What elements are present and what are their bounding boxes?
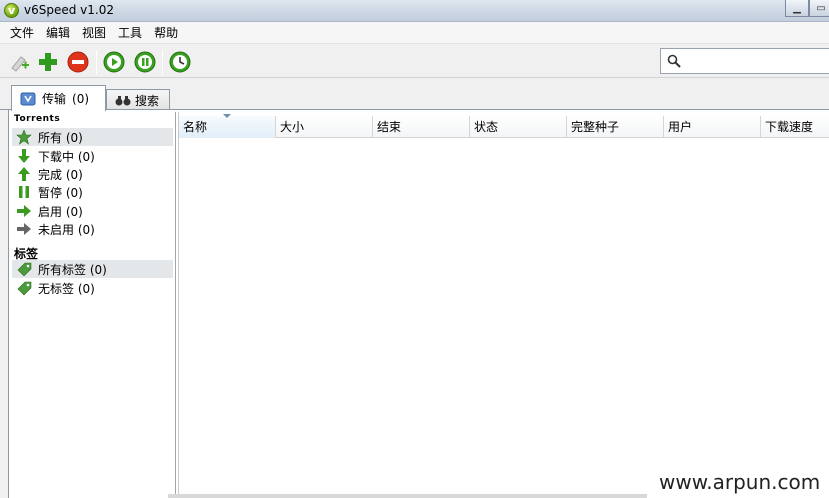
- sidebar-item-label: 所有标签 (0): [38, 262, 107, 277]
- start-icon: [103, 51, 125, 73]
- remove-icon: [67, 51, 89, 73]
- sort-arrow-icon: [223, 114, 231, 118]
- column-download-speed[interactable]: 下载速度: [761, 116, 829, 138]
- search-box[interactable]: [660, 48, 829, 74]
- sidebar-item-all-labels[interactable]: 所有标签 (0): [12, 260, 173, 278]
- tab-bar: 传输 (0) 搜索: [0, 85, 829, 111]
- tab-search[interactable]: 搜索: [106, 89, 170, 110]
- pause-button[interactable]: [134, 51, 156, 73]
- sidebar-item-downloading[interactable]: 下载中 (0): [12, 147, 173, 165]
- torrents-heading: Torrents: [14, 114, 61, 124]
- add-torrent-link-button[interactable]: [8, 51, 30, 73]
- maximize-button[interactable]: ▭: [809, 0, 829, 17]
- app-logo-icon: v: [4, 3, 19, 18]
- watermark: www.arpun.com: [647, 466, 829, 498]
- sidebar-item-label: 完成 (0): [38, 167, 83, 182]
- column-name[interactable]: 名称: [179, 114, 276, 138]
- binoculars-icon: [115, 96, 131, 106]
- sidebar-item-inactive[interactable]: 未启用 (0): [12, 220, 173, 238]
- search-input[interactable]: [685, 52, 825, 70]
- arrow-down-icon: [16, 148, 32, 164]
- pause-icon: [16, 184, 32, 200]
- tab-transfer[interactable]: 传输 (0): [11, 85, 106, 111]
- sidebar-item-no-label[interactable]: 无标签 (0): [12, 279, 173, 297]
- horizontal-scrollbar[interactable]: [168, 494, 648, 498]
- tag-icon: [16, 261, 32, 277]
- sidebar-item-label: 无标签 (0): [38, 281, 95, 296]
- remove-button[interactable]: [67, 51, 89, 73]
- sidebar-item-label: 所有 (0): [38, 130, 83, 145]
- minimize-button[interactable]: ▁: [785, 0, 809, 17]
- sidebar-item-all[interactable]: 所有 (0): [12, 128, 173, 146]
- arrow-up-icon: [16, 166, 32, 182]
- transfer-icon: [20, 92, 36, 105]
- menu-edit[interactable]: 编辑: [40, 23, 76, 43]
- column-size[interactable]: 大小: [276, 116, 373, 138]
- table-header: 名称 大小 结束 状态 完整种子 用户 下载速度: [179, 114, 829, 138]
- window-title: v6Speed v1.02: [24, 3, 114, 17]
- menu-tools[interactable]: 工具: [112, 23, 148, 43]
- category-sidebar: Torrents 所有 (0) 下载中 (0) 完成 (0) 暂停 (0) 启用…: [9, 112, 176, 498]
- column-status[interactable]: 状态: [470, 116, 567, 138]
- add-torrent-link-icon: [11, 56, 29, 72]
- pause-icon: [134, 51, 156, 73]
- start-button[interactable]: [103, 51, 125, 73]
- scheduler-button[interactable]: [169, 51, 191, 73]
- column-done[interactable]: 结束: [373, 116, 470, 138]
- add-button[interactable]: [37, 51, 59, 73]
- sidebar-item-label: 未启用 (0): [38, 222, 95, 237]
- sidebar-item-label: 下载中 (0): [38, 149, 95, 164]
- arrow-right-icon: [16, 203, 32, 219]
- menu-help[interactable]: 帮助: [148, 23, 184, 43]
- sidebar-item-completed[interactable]: 完成 (0): [12, 165, 173, 183]
- arrow-right-gray-icon: [16, 221, 32, 237]
- star-icon: [16, 129, 32, 145]
- sidebar-item-paused[interactable]: 暂停 (0): [12, 183, 173, 201]
- tab-search-label: 搜索: [135, 93, 160, 108]
- column-seeds[interactable]: 完整种子: [567, 116, 664, 138]
- add-icon: [39, 53, 57, 71]
- tab-transfer-label: 传输: [42, 92, 67, 106]
- menu-file[interactable]: 文件: [4, 23, 40, 43]
- menu-bar: 文件 编辑 视图 工具 帮助: [0, 22, 829, 44]
- search-icon: [667, 54, 681, 68]
- title-bar: v v6Speed v1.02 ▁ ▭: [0, 0, 829, 22]
- sidebar-item-active[interactable]: 启用 (0): [12, 202, 173, 220]
- sidebar-item-label: 启用 (0): [38, 204, 83, 219]
- tab-transfer-count: (0): [72, 91, 90, 106]
- sidebar-item-label: 暂停 (0): [38, 185, 83, 200]
- scheduler-icon: [169, 51, 191, 73]
- tag-icon: [16, 280, 32, 296]
- column-peers[interactable]: 用户: [664, 116, 761, 138]
- menu-view[interactable]: 视图: [76, 23, 112, 43]
- torrent-table: 名称 大小 结束 状态 完整种子 用户 下载速度: [178, 112, 829, 498]
